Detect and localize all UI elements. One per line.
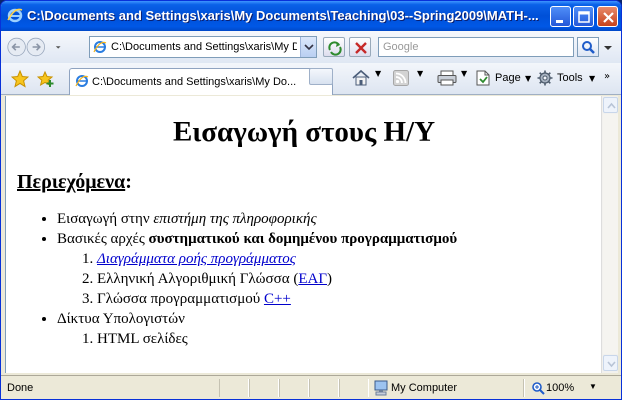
- address-bar[interactable]: C:\Documents and Settings\xaris\My Do: [89, 36, 317, 58]
- ie-page-icon: [75, 75, 89, 87]
- search-options-dropdown-icon[interactable]: [601, 37, 615, 57]
- recent-pages-dropdown-icon: [55, 46, 61, 49]
- item-text: HTML σελίδες: [97, 331, 188, 347]
- tools-dropdown-icon: ▼: [589, 74, 596, 83]
- back-forward-buttons[interactable]: [7, 34, 63, 60]
- networks-sublist: HTML σελίδες: [57, 329, 577, 349]
- feeds-dropdown-icon[interactable]: ▼: [417, 69, 423, 78]
- favorites-star-icon[interactable]: [11, 70, 29, 88]
- item-emphasis: επιστήμη της πληροφορικής: [153, 211, 317, 227]
- item-text-suffix: ): [327, 271, 332, 287]
- cpp-link[interactable]: C++: [264, 291, 291, 307]
- flowcharts-link[interactable]: Διαγράμματα ροής προγράμματος: [97, 251, 296, 267]
- title-bar[interactable]: C:\Documents and Settings\xaris\My Docum…: [1, 1, 621, 31]
- home-dropdown-icon[interactable]: ▼: [375, 69, 381, 78]
- print-icon[interactable]: [437, 70, 457, 86]
- item-text: Εισαγωγή στην: [57, 211, 154, 227]
- scroll-down-button[interactable]: [603, 355, 618, 371]
- contents-list: Εισαγωγή στην επιστήμη της πληροφορικής …: [17, 209, 577, 349]
- add-to-favorites-icon[interactable]: [37, 70, 55, 88]
- browser-window: C:\Documents and Settings\xaris\My Docum…: [0, 0, 622, 400]
- address-text: C:\Documents and Settings\xaris\My Do: [111, 41, 297, 53]
- status-panel: [339, 379, 369, 397]
- search-placeholder: Google: [383, 41, 419, 53]
- stop-button[interactable]: [349, 37, 371, 57]
- chevron-up-icon: [607, 102, 616, 109]
- item-text: Γλώσσα προγραμματισμού: [97, 291, 264, 307]
- page-dropdown-icon: ▼: [525, 74, 532, 83]
- close-icon: [603, 12, 614, 23]
- address-dropdown-button[interactable]: [300, 37, 316, 57]
- gear-icon: [537, 70, 553, 86]
- refresh-icon: [328, 41, 342, 56]
- status-text: Done: [7, 382, 34, 394]
- new-tab-button[interactable]: [309, 68, 333, 85]
- maximize-icon: [578, 11, 590, 23]
- status-divider: [523, 379, 525, 397]
- eag-link[interactable]: ΕΑΓ: [298, 271, 327, 287]
- ie-page-icon: [93, 41, 107, 53]
- refresh-button[interactable]: [323, 37, 345, 57]
- command-bar: C:\Documents and Settings\xaris\My Do...…: [1, 63, 621, 95]
- print-dropdown-icon[interactable]: ▼: [461, 69, 467, 78]
- minimize-icon: [556, 20, 563, 23]
- navigation-bar: C:\Documents and Settings\xaris\My Do Go…: [1, 31, 621, 63]
- item-bold: συστηματικού και δομημένου προγραμματισμ…: [148, 231, 458, 247]
- computer-icon: [374, 380, 388, 396]
- feeds-icon[interactable]: [393, 70, 409, 86]
- zoom-magnifier-icon[interactable]: [531, 381, 545, 395]
- window-title: C:\Documents and Settings\xaris\My Docum…: [27, 8, 539, 23]
- maximize-button[interactable]: [573, 6, 594, 27]
- status-panel: [279, 379, 309, 397]
- stop-icon: [355, 42, 367, 54]
- list-item: Βασικές αρχές συστηματικού και δομημένου…: [57, 229, 577, 309]
- page-viewport[interactable]: Εισαγωγή στους Η/Υ Περιεχόμενα: Εισαγωγή…: [5, 96, 601, 373]
- zoom-level[interactable]: 100%: [546, 382, 574, 394]
- zoom-dropdown-icon[interactable]: ▼: [589, 382, 597, 391]
- scroll-track[interactable]: [603, 114, 618, 354]
- item-text: Δίκτυα Υπολογιστών: [57, 311, 185, 327]
- minimize-button[interactable]: [550, 6, 571, 27]
- page-icon: [476, 70, 490, 86]
- search-button[interactable]: [577, 37, 599, 57]
- list-item: Διαγράμματα ροής προγράμματος: [97, 249, 577, 269]
- page-title: Εισαγωγή στους Η/Υ: [172, 116, 436, 148]
- page-menu-label: Page: [495, 72, 521, 84]
- close-button[interactable]: [597, 6, 618, 27]
- status-bar: Done My Computer 100% ▼: [1, 375, 621, 399]
- more-commands-chevron[interactable]: »: [604, 71, 610, 82]
- item-text: Βασικές αρχές: [57, 231, 149, 247]
- status-panel: [309, 379, 339, 397]
- ie-logo-icon: [7, 8, 23, 23]
- contents-heading: Περιεχόμενα:: [17, 171, 132, 194]
- home-icon[interactable]: [351, 69, 371, 87]
- status-panel: [249, 379, 279, 397]
- tab-label: C:\Documents and Settings\xaris\My Do...: [92, 76, 297, 88]
- tools-menu-label: Tools: [557, 72, 583, 84]
- chevron-down-icon: [304, 44, 314, 51]
- tab-current-page[interactable]: C:\Documents and Settings\xaris\My Do...: [69, 68, 333, 95]
- item-text: Ελληνική Αλγοριθμική Γλώσσα (: [97, 271, 299, 287]
- magnifier-icon: [582, 41, 595, 54]
- list-item: HTML σελίδες: [97, 329, 577, 349]
- contents-heading-colon: :: [125, 171, 132, 193]
- contents-heading-text: Περιεχόμενα: [17, 171, 126, 193]
- programming-sublist: Διαγράμματα ροής προγράμματος Ελληνική Α…: [57, 249, 577, 309]
- scroll-up-button[interactable]: [603, 97, 618, 113]
- list-item: Γλώσσα προγραμματισμού C++: [97, 289, 577, 309]
- list-item: Εισαγωγή στην επιστήμη της πληροφορικής: [57, 209, 577, 229]
- list-item: Ελληνική Αλγοριθμική Γλώσσα (ΕΑΓ): [97, 269, 577, 289]
- search-input[interactable]: Google: [378, 37, 574, 57]
- status-panel: [219, 379, 249, 397]
- vertical-scrollbar[interactable]: [601, 96, 618, 373]
- zone-label: My Computer: [391, 382, 458, 394]
- list-item: Δίκτυα Υπολογιστών HTML σελίδες: [57, 309, 577, 349]
- chevron-down-icon: [607, 361, 616, 368]
